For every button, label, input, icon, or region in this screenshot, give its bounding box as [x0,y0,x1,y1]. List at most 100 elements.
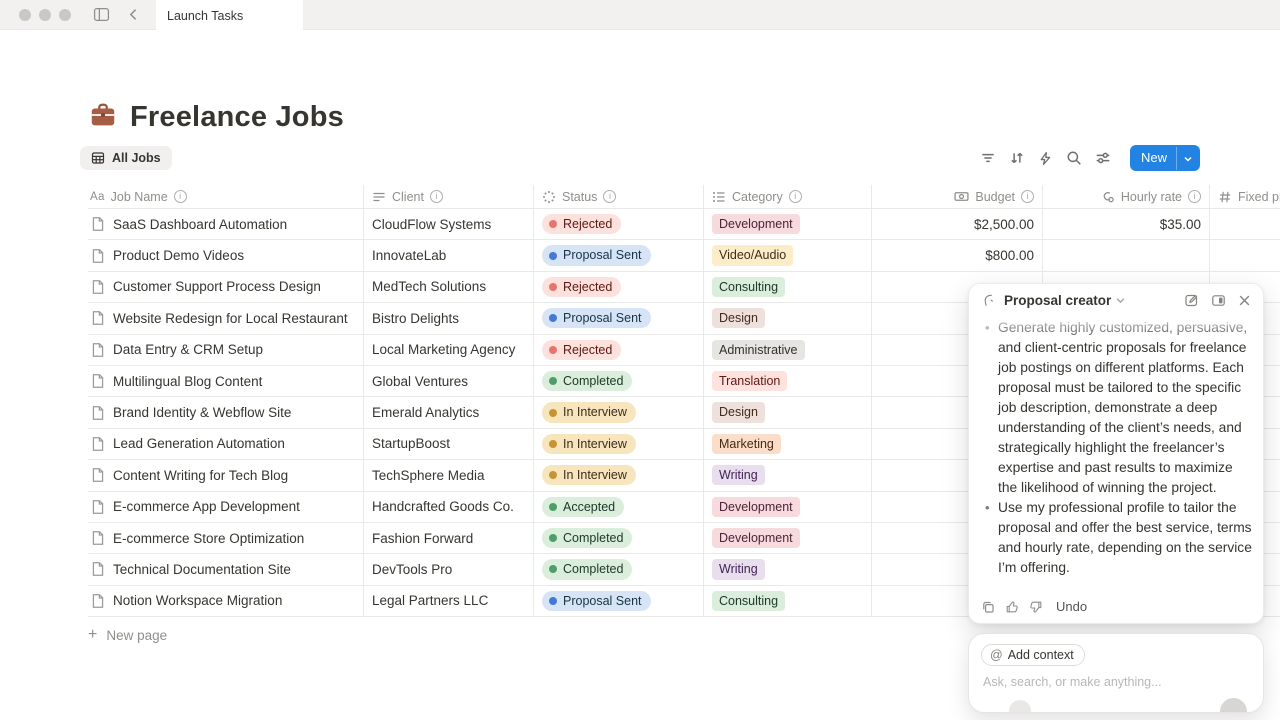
category-cell[interactable]: Marketing [704,429,872,459]
column-header-client[interactable]: Clienti [364,185,534,208]
minimize-window-icon[interactable] [39,9,51,21]
category-cell[interactable]: Writing [704,460,872,490]
undo-button[interactable]: Undo [1056,599,1087,614]
category-cell[interactable]: Administrative [704,335,872,365]
column-header-hourly-rate[interactable]: Hourly ratei [1043,185,1210,208]
category-cell[interactable]: Video/Audio [704,240,872,270]
job-name-cell[interactable]: Website Redesign for Local Restaurant [88,303,364,333]
thumbs-down-icon[interactable] [1029,600,1043,614]
zoom-window-icon[interactable] [59,9,71,21]
category-cell[interactable]: Consulting [704,586,872,616]
search-icon[interactable] [1066,150,1082,166]
job-name-cell[interactable]: Product Demo Videos [88,240,364,270]
client-cell[interactable]: Legal Partners LLC [364,586,534,616]
category-tag[interactable]: Writing [712,465,765,485]
new-button[interactable]: New [1130,145,1200,171]
job-name-cell[interactable]: E-commerce App Development [88,492,364,522]
status-cell[interactable]: Completed [534,554,704,584]
column-header-category[interactable]: Categoryi [704,185,872,208]
input-mode-button[interactable] [1009,700,1031,713]
table-row[interactable]: SaaS Dashboard AutomationCloudFlow Syste… [88,209,1280,240]
category-tag[interactable]: Design [712,308,765,328]
category-tag[interactable]: Development [712,214,800,234]
client-cell[interactable]: Emerald Analytics [364,397,534,427]
category-tag[interactable]: Marketing [712,434,781,454]
close-icon[interactable] [1238,294,1251,307]
category-tag[interactable]: Development [712,497,800,517]
client-cell[interactable]: InnovateLab [364,240,534,270]
table-row[interactable]: Product Demo VideosInnovateLabProposal S… [88,240,1280,271]
category-cell[interactable]: Translation [704,366,872,396]
client-cell[interactable]: CloudFlow Systems [364,209,534,239]
job-name-cell[interactable]: E-commerce Store Optimization [88,523,364,553]
client-cell[interactable]: Global Ventures [364,366,534,396]
column-header-status[interactable]: Statusi [534,185,704,208]
status-cell[interactable]: Accepted [534,492,704,522]
copy-icon[interactable] [981,600,995,614]
fixed-price-cell[interactable] [1210,209,1280,239]
thumbs-up-icon[interactable] [1005,600,1019,614]
status-cell[interactable]: Proposal Sent [534,586,704,616]
status-badge[interactable]: In Interview [542,465,636,485]
category-tag[interactable]: Design [712,402,765,422]
category-tag[interactable]: Consulting [712,277,785,297]
category-cell[interactable]: Consulting [704,272,872,302]
status-cell[interactable]: In Interview [534,460,704,490]
settings-sliders-icon[interactable] [1095,150,1111,166]
client-cell[interactable]: DevTools Pro [364,554,534,584]
status-badge[interactable]: Completed [542,559,632,579]
ai-panel-title[interactable]: Proposal creator [1004,293,1111,308]
job-name-cell[interactable]: Data Entry & CRM Setup [88,335,364,365]
status-cell[interactable]: Proposal Sent [534,240,704,270]
job-name-cell[interactable]: Technical Documentation Site [88,554,364,584]
category-tag[interactable]: Translation [712,371,787,391]
client-cell[interactable]: Bistro Delights [364,303,534,333]
new-dropdown-icon[interactable] [1176,147,1200,170]
category-tag[interactable]: Development [712,528,800,548]
category-cell[interactable]: Design [704,303,872,333]
status-cell[interactable]: Proposal Sent [534,303,704,333]
category-cell[interactable]: Writing [704,554,872,584]
category-cell[interactable]: Design [704,397,872,427]
category-cell[interactable]: Development [704,523,872,553]
client-cell[interactable]: Handcrafted Goods Co. [364,492,534,522]
status-badge[interactable]: Proposal Sent [542,591,651,611]
status-cell[interactable]: Rejected [534,335,704,365]
ai-input-card[interactable]: @ Add context Ask, search, or make anyth… [968,633,1264,713]
job-name-cell[interactable]: Content Writing for Tech Blog [88,460,364,490]
status-badge[interactable]: In Interview [542,402,636,422]
new-button-label[interactable]: New [1130,145,1176,171]
status-cell[interactable]: Rejected [534,272,704,302]
job-name-cell[interactable]: Customer Support Process Design [88,272,364,302]
send-button[interactable] [1220,698,1247,713]
hourly-rate-cell[interactable] [1043,240,1210,270]
status-badge[interactable]: Accepted [542,497,624,517]
category-tag[interactable]: Writing [712,559,765,579]
back-icon[interactable] [126,7,141,22]
client-cell[interactable]: Local Marketing Agency [364,335,534,365]
view-tab-all-jobs[interactable]: All Jobs [80,146,172,170]
job-name-cell[interactable]: Notion Workspace Migration [88,586,364,616]
client-cell[interactable]: Fashion Forward [364,523,534,553]
category-tag[interactable]: Administrative [712,340,805,360]
status-badge[interactable]: Proposal Sent [542,308,651,328]
budget-cell[interactable]: $800.00 [872,240,1043,270]
status-cell[interactable]: In Interview [534,429,704,459]
open-side-peek-icon[interactable] [1211,293,1226,308]
status-badge[interactable]: Completed [542,371,632,391]
category-tag[interactable]: Consulting [712,591,785,611]
category-cell[interactable]: Development [704,492,872,522]
sidebar-toggle-icon[interactable] [93,6,110,23]
tab-launch-tasks[interactable]: Launch Tasks [156,0,303,31]
budget-cell[interactable]: $2,500.00 [872,209,1043,239]
client-cell[interactable]: MedTech Solutions [364,272,534,302]
category-tag[interactable]: Video/Audio [712,245,793,265]
status-badge[interactable]: In Interview [542,434,636,454]
sort-icon[interactable] [1009,150,1025,166]
page-title[interactable]: Freelance Jobs [130,101,344,134]
status-badge[interactable]: Completed [542,528,632,548]
status-cell[interactable]: In Interview [534,397,704,427]
job-name-cell[interactable]: SaaS Dashboard Automation [88,209,364,239]
status-cell[interactable]: Rejected [534,209,704,239]
status-badge[interactable]: Rejected [542,214,621,234]
